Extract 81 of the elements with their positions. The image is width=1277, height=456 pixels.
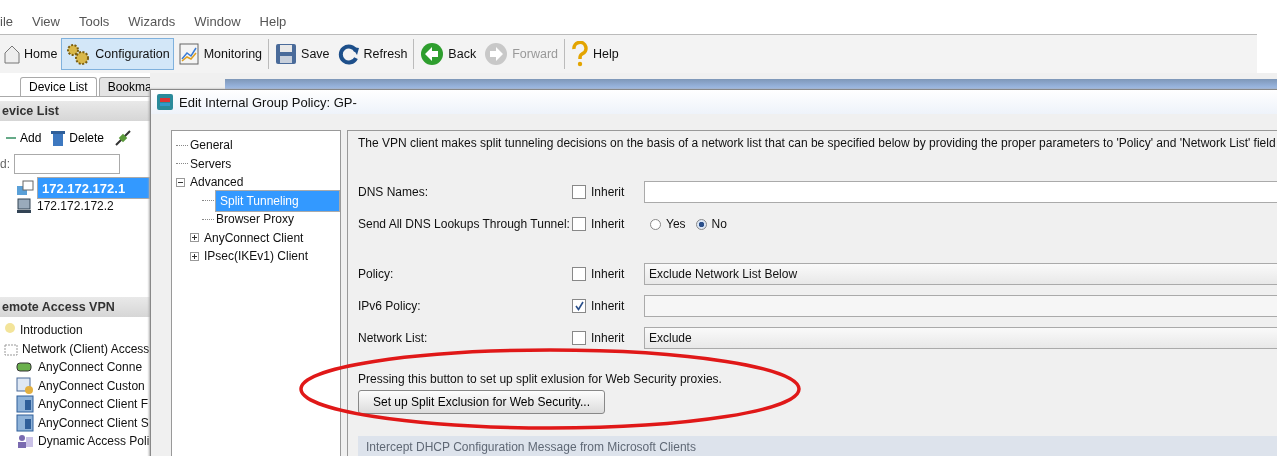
field-label: d:	[0, 157, 10, 171]
checkbox-label: Inherit	[591, 299, 625, 313]
find-field[interactable]	[14, 154, 120, 174]
menu-item[interactable]: ile	[0, 14, 13, 34]
checkbox-label: Inherit	[591, 331, 625, 345]
dropdown[interactable]: Exclude	[644, 327, 1277, 349]
question-mark-icon	[571, 41, 589, 67]
text-field[interactable]	[644, 181, 1277, 203]
toolbar-button[interactable]: Monitoring	[173, 38, 267, 70]
action-button[interactable]: Delete	[49, 127, 107, 149]
trash-can-icon	[51, 129, 66, 147]
chart-icon	[177, 42, 200, 66]
setting-label: DNS Names:	[358, 185, 429, 199]
split-exclusion-button[interactable]: Set up Split Exclusion for Web Security...	[358, 390, 605, 414]
radio-label: No	[711, 217, 727, 231]
action-button[interactable]: Add	[4, 127, 44, 149]
checkbox-label: Inherit	[591, 185, 625, 199]
inherit-checkbox[interactable]	[572, 331, 586, 345]
panel-header: evice List	[0, 101, 150, 121]
checkbox-label: Inherit	[591, 217, 625, 231]
nav-item[interactable]: Network (Client) Access	[22, 341, 150, 356]
folder-icon	[4, 341, 18, 356]
radio-label: Yes	[666, 217, 686, 231]
description-text: The VPN client makes split tunneling decisions on the basis of a network list that can be specified below by providing the proper parameters to 'Policy' and 'Network List' field	[358, 135, 1277, 152]
plug-icon	[114, 129, 133, 147]
setting-label: Network List:	[358, 331, 429, 345]
device-item[interactable]: 172.172.172.2	[35, 199, 116, 213]
refresh-icon	[337, 43, 360, 65]
menu-item[interactable]: Wizards	[128, 14, 176, 34]
setting-label: IPv6 Policy:	[358, 299, 422, 313]
inherit-checkbox[interactable]	[572, 299, 586, 313]
toolbar-button[interactable]: Back	[416, 38, 481, 70]
computer-icon	[16, 198, 32, 214]
radio-button[interactable]	[695, 218, 707, 230]
tree-item[interactable]: General	[189, 138, 234, 153]
tree-item[interactable]: Browser Proxy	[215, 212, 296, 227]
window-gear-icon	[16, 376, 34, 395]
tree-item[interactable]: AnyConnect Client	[203, 230, 305, 245]
tree-item[interactable]: Advanced	[189, 175, 245, 190]
house-icon	[4, 44, 20, 64]
collapse-icon[interactable]	[176, 177, 185, 187]
menu-item[interactable]: Tools	[78, 14, 110, 34]
checkbox-label: Inherit	[591, 267, 625, 281]
person-icon	[16, 433, 34, 450]
nav-item[interactable]: AnyConnect Client S	[38, 415, 149, 430]
app-icon	[157, 94, 173, 110]
nav-item[interactable]: AnyConnect Conne	[38, 360, 143, 375]
device-icon	[16, 180, 34, 196]
menu-item[interactable]: Window	[194, 14, 241, 34]
inherit-checkbox[interactable]	[572, 267, 586, 281]
tree-item[interactable]: Servers	[189, 156, 233, 171]
radio-button[interactable]	[650, 218, 661, 230]
dialog-title: Edit Internal Group Policy: GP-	[179, 94, 357, 110]
nav-item[interactable]: Dynamic Access Poli	[38, 434, 150, 449]
expand-icon[interactable]	[190, 233, 199, 243]
gears-icon	[65, 42, 92, 66]
menu-item[interactable]: Help	[259, 14, 287, 34]
toolbar-button[interactable]: Configuration	[61, 38, 174, 70]
nav-item[interactable]: AnyConnect Client F	[38, 397, 149, 412]
menu-item[interactable]: View	[32, 14, 60, 34]
section-header[interactable]: Intercept DHCP Configuration Message from Microsoft Clients	[358, 436, 1277, 456]
note-text: Pressing this button to set up split exlusion for Web Security proxies.	[358, 372, 723, 386]
panel-header: emote Access VPN	[0, 297, 150, 317]
document-icon	[16, 395, 34, 414]
document-icon	[16, 413, 34, 432]
inherit-checkbox[interactable]	[572, 185, 586, 199]
tab[interactable]: Device List	[20, 77, 97, 96]
setting-label: Policy:	[358, 267, 395, 281]
toolbar-button[interactable]: Refresh	[333, 38, 412, 70]
toolbar-button[interactable]: Save	[271, 38, 334, 70]
nav-item[interactable]: Introduction	[20, 323, 83, 338]
toolbar-button[interactable]: Help	[567, 38, 623, 70]
dropdown[interactable]	[644, 295, 1277, 317]
dropdown[interactable]: Exclude Network List Below	[644, 263, 1277, 285]
expand-icon[interactable]	[190, 251, 199, 261]
tree-item[interactable]: IPsec(IKEv1) Client	[203, 249, 310, 264]
toolbar-button[interactable]: Home	[0, 38, 62, 70]
setting-label: Send All DNS Lookups Through Tunnel:	[358, 217, 571, 231]
nav-item[interactable]: AnyConnect Custon	[38, 378, 145, 393]
connector-icon	[16, 360, 34, 375]
inherit-checkbox[interactable]	[572, 217, 586, 231]
